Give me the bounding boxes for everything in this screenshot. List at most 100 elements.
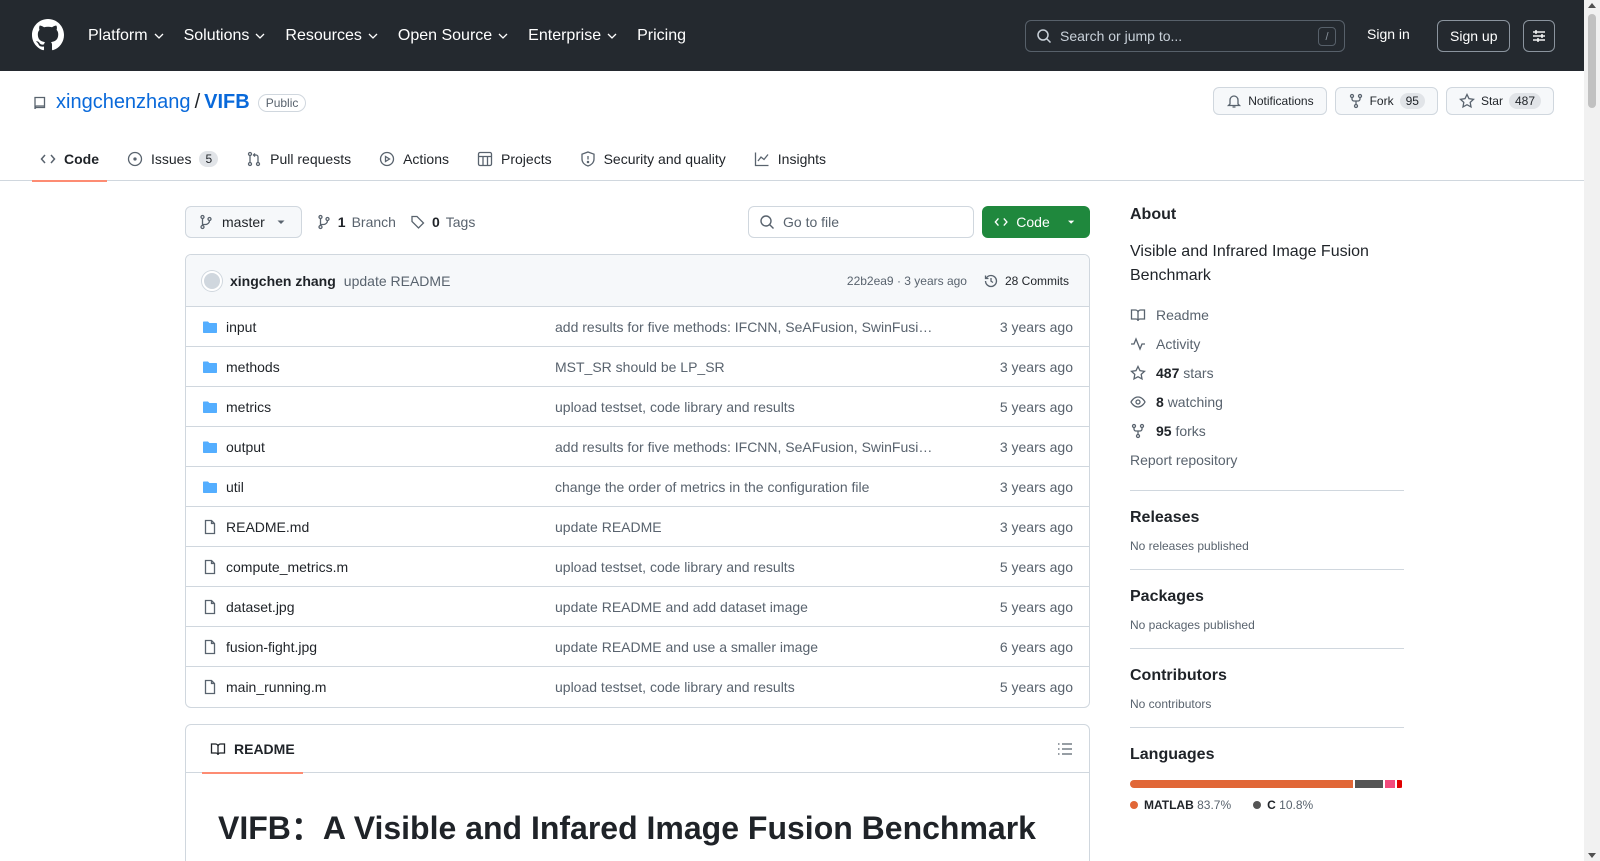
language-bar-segment[interactable] [1130,780,1353,788]
tab-insights[interactable]: Insights [746,137,834,181]
nav-item-enterprise[interactable]: Enterprise [528,27,617,45]
file-toolbar: master 1 Branch 0 Tags Go to file Code [185,206,1090,238]
commit-message-link[interactable]: update README [344,273,451,289]
file-name-link[interactable]: output [226,439,546,455]
file-name-link[interactable]: README.md [226,519,546,535]
readme-tab[interactable]: README [202,725,303,774]
file-name-link[interactable]: dataset.jpg [226,599,546,615]
sign-up-button[interactable]: Sign up [1437,20,1511,52]
language-item[interactable]: C 10.8% [1253,798,1313,812]
file-name-link[interactable]: fusion-fight.jpg [226,639,546,655]
nav-item-platform[interactable]: Platform [88,27,164,45]
code-download-button[interactable]: Code [982,206,1090,238]
nav-item-solutions[interactable]: Solutions [184,27,266,45]
file-name-link[interactable]: input [226,319,546,335]
tab-actions[interactable]: Actions [371,137,457,181]
report-repository-link[interactable]: Report repository [1130,445,1404,474]
language-item[interactable]: MATLAB 83.7% [1130,798,1231,812]
tab-code[interactable]: Code [32,137,107,182]
language-bar-segment[interactable] [1396,780,1402,788]
avatar[interactable] [202,270,222,291]
repo-name-link[interactable]: VIFB [204,91,250,114]
file-commit-message-link[interactable]: upload testset, code library and results [555,679,935,695]
chevron-down-icon [368,33,378,39]
tab-issues[interactable]: Issues 5 [119,137,226,181]
code-icon [40,154,56,164]
file-commit-message-link[interactable]: update README and use a smaller image [555,639,935,655]
tag-count: 0 [431,214,440,230]
watching-count: 8 [1156,393,1164,410]
file-name-link[interactable]: util [226,479,546,495]
list-icon[interactable] [1057,741,1073,757]
book-icon [210,742,226,755]
releases-empty-text: No releases published [1130,539,1249,553]
nav-item-open-source[interactable]: Open Source [398,27,508,45]
github-logo-icon[interactable] [32,19,64,51]
nav-item-resources[interactable]: Resources [285,27,378,45]
shield-icon [580,151,595,167]
file-commit-message-link[interactable]: add results for five methods: IFCNN, SeA… [555,439,935,455]
file-commit-message-link[interactable]: MST_SR should be LP_SR [555,359,935,375]
branch-count: 1 [337,214,346,230]
stars-label: stars [1183,364,1214,381]
file-name-link[interactable]: methods [226,359,546,375]
forks-link[interactable]: 95 forks [1130,416,1404,445]
branch-icon [200,214,212,230]
contributors-title[interactable]: Contributors [1130,667,1404,685]
global-search-input[interactable]: Search or jump to... / [1025,20,1345,52]
table-row: README.md update README 3 years ago [186,507,1089,547]
file-commit-message-link[interactable]: add results for five methods: IFCNN, SeA… [555,319,935,335]
branches-link[interactable]: 1 Branch [316,214,396,230]
header-menu-button[interactable] [1523,20,1555,52]
fork-button[interactable]: Fork 95 [1334,87,1438,115]
tab-pull-requests[interactable]: Pull requests [238,137,359,181]
file-browser: xingchen zhang update README 22b2ea9 · 3… [185,254,1090,708]
branch-selector[interactable]: master [185,206,302,238]
file-commit-message-link[interactable]: upload testset, code library and results [555,399,935,415]
packages-title[interactable]: Packages [1130,588,1404,606]
repo-owner-link[interactable]: xingchenzhang [56,91,191,114]
stars-count: 487 [1156,364,1180,381]
file-commit-message-link[interactable]: change the order of metrics in the confi… [555,479,935,495]
file-name-link[interactable]: compute_metrics.m [226,559,546,575]
sign-in-link[interactable]: Sign in [1367,26,1410,42]
activity-link[interactable]: Activity [1130,329,1404,358]
file-name-link[interactable]: main_running.m [226,679,546,695]
tab-security-and-quality[interactable]: Security and quality [572,137,734,181]
repo-icon [34,96,46,109]
file-name-link[interactable]: metrics [226,399,546,415]
language-bar-segment[interactable] [1354,780,1384,788]
commit-hash-time[interactable]: 22b2ea9 · 3 years ago [847,274,967,288]
language-bar-segment[interactable] [1385,780,1395,788]
tags-link[interactable]: 0 Tags [410,214,475,230]
scroll-down-arrow[interactable] [1588,853,1596,858]
packages-empty-text: No packages published [1130,618,1255,632]
folder-icon [203,481,217,493]
file-commit-message-link[interactable]: upload testset, code library and results [555,559,935,575]
stars-link[interactable]: 487 stars [1130,358,1404,387]
caret-down-icon [277,220,285,224]
pull-request-icon [248,151,261,167]
global-nav: Platform Solutions Resources Open Source Ent… [88,0,706,71]
scroll-thumb[interactable] [1588,14,1596,108]
star-button[interactable]: Star 487 [1445,87,1554,115]
page-scrollbar[interactable] [1584,0,1600,861]
file-commit-message-link[interactable]: update README [555,519,935,535]
commits-count: 28 Commits [1004,273,1069,288]
nav-item-pricing[interactable]: Pricing [637,27,686,45]
commit-author-link[interactable]: xingchen zhang [230,273,336,289]
tab-projects[interactable]: Projects [469,137,560,181]
releases-title[interactable]: Releases [1130,509,1404,527]
table-row: input add results for five methods: IFCNN… [186,307,1089,347]
go-to-file-input[interactable]: Go to file [748,206,974,238]
notifications-button[interactable]: Notifications [1213,87,1327,115]
watching-link[interactable]: 8 watching [1130,387,1404,416]
scroll-up-arrow[interactable] [1588,3,1596,8]
readme-link[interactable]: Readme [1130,300,1404,329]
branch-icon [318,214,330,230]
tab-label: Actions [403,151,450,167]
file-commit-message-link[interactable]: update README and add dataset image [555,599,935,615]
commits-history-link[interactable]: 28 Commits [983,273,1069,289]
repo-actions: Notifications Fork 95 Star 487 [1213,87,1554,115]
search-placeholder: Search or jump to... [1060,28,1183,44]
